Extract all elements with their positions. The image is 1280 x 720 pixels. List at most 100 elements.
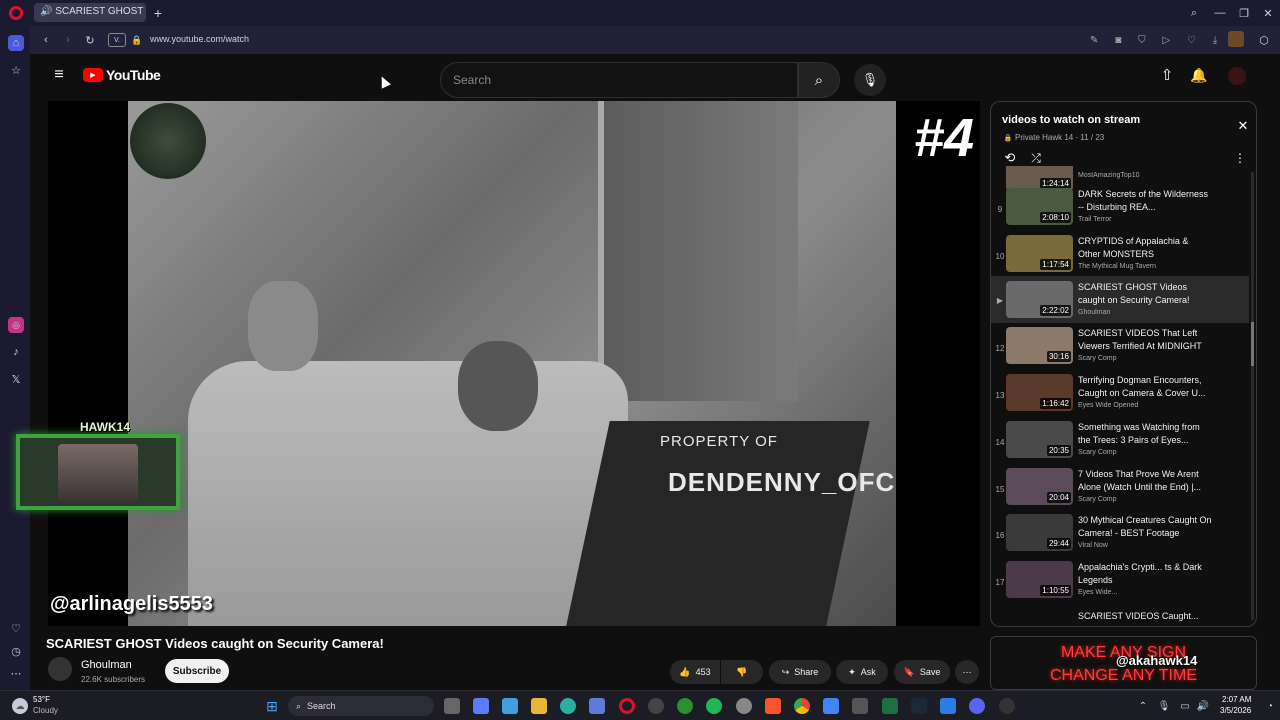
edit-icon[interactable]: ✎ bbox=[1090, 35, 1098, 46]
dislike-button[interactable]: 👎 bbox=[721, 660, 763, 684]
task-view-icon[interactable] bbox=[444, 698, 460, 714]
more-actions-button[interactable]: ⋯ bbox=[955, 660, 979, 684]
brave-icon[interactable] bbox=[765, 698, 781, 714]
vpn-badge[interactable]: V. bbox=[108, 33, 126, 47]
instagram-icon[interactable]: ◎ bbox=[8, 317, 24, 333]
hamburger-menu-icon[interactable]: ≡ bbox=[50, 66, 68, 84]
volume-tray-icon[interactable]: 🔊 bbox=[1196, 698, 1210, 714]
extensions-icons[interactable]: ✎◙⛉▷♡⤓≡ bbox=[1090, 32, 1240, 48]
search-input[interactable]: Search bbox=[440, 62, 798, 98]
playlist-item-thumbnail[interactable]: 20:04 bbox=[1006, 468, 1073, 505]
new-tab-button[interactable]: + bbox=[150, 5, 166, 21]
playlist-scrollbar[interactable] bbox=[1251, 172, 1254, 620]
opera-logo-icon[interactable] bbox=[9, 6, 23, 20]
weather-icon[interactable]: ☁ bbox=[12, 698, 28, 714]
history-icon[interactable]: ◷ bbox=[8, 643, 24, 659]
voice-search-icon[interactable]: 🎙 bbox=[854, 64, 886, 96]
chrome-icon[interactable] bbox=[794, 698, 810, 714]
search-button[interactable]: ⌕ bbox=[798, 62, 840, 98]
upload-icon[interactable]: ⇧ bbox=[1158, 66, 1176, 84]
playlist-item[interactable]: 10 1:17:54 CRYPTIDS of Appalachia & Other … bbox=[991, 235, 1249, 282]
xbox-icon[interactable] bbox=[677, 698, 693, 714]
playlist-item-thumbnail[interactable]: 2:08:10 bbox=[1006, 188, 1073, 225]
playlist-item-title[interactable]: 7 Videos That Prove We Arent Alone (Watc… bbox=[1078, 468, 1212, 493]
forward-button[interactable]: › bbox=[60, 32, 76, 48]
playlist-item-title[interactable]: CRYPTIDS of Appalachia & Other MONSTERS bbox=[1078, 235, 1212, 260]
extensions-icon[interactable]: ⬡ bbox=[1256, 32, 1272, 48]
playlist-item-thumbnail[interactable]: 1:16:42 bbox=[1006, 374, 1073, 411]
windows-start-icon[interactable]: ⊞ bbox=[264, 698, 280, 714]
playlist-item-thumbnail[interactable]: 1:10:55 bbox=[1006, 561, 1073, 598]
playlist-item-title[interactable]: 30 Mythical Creatures Caught On Camera! … bbox=[1078, 514, 1212, 539]
tiktok-icon[interactable]: ♪ bbox=[8, 344, 24, 360]
app-icon[interactable] bbox=[852, 698, 868, 714]
send-icon[interactable]: ▷ bbox=[1162, 35, 1170, 46]
maximize-button[interactable]: ❐ bbox=[1236, 5, 1252, 21]
playlist-item-title[interactable]: Something was Watching from the Trees: 3… bbox=[1078, 421, 1212, 446]
file-explorer-icon[interactable] bbox=[531, 698, 547, 714]
camera-icon[interactable]: ◙ bbox=[1115, 35, 1121, 46]
playlist-scroll-thumb[interactable] bbox=[1251, 322, 1254, 366]
video-player[interactable]: #4 PROPERTY OF DENDENNY_OFC @arlinagelis… bbox=[48, 101, 980, 626]
heart-icon[interactable]: ♡ bbox=[8, 620, 24, 636]
shield-icon[interactable]: ⛉ bbox=[1138, 35, 1146, 46]
notifications-bell-icon[interactable]: 🔔 bbox=[1190, 66, 1208, 84]
close-window-button[interactable]: ✕ bbox=[1260, 5, 1276, 21]
playlist-title[interactable]: videos to watch on stream bbox=[1002, 114, 1140, 126]
playlist-item-thumbnail[interactable]: 2:22:02 bbox=[1006, 281, 1073, 318]
settings-gear-icon[interactable] bbox=[736, 698, 752, 714]
playlist-item[interactable]: 17 1:10:55 Appalachia's Crypti... ts & Dar… bbox=[991, 561, 1249, 608]
playlist-item-title[interactable]: SCARIEST VIDEOS That Left Viewers Terrif… bbox=[1078, 327, 1212, 352]
browser-tab-active[interactable]: 🔊 SCARIEST GHOST Vid... bbox=[34, 3, 146, 22]
spotify-icon[interactable] bbox=[706, 698, 722, 714]
save-button[interactable]: 🔖 Save bbox=[894, 660, 950, 684]
close-playlist-icon[interactable]: ✕ bbox=[1235, 118, 1251, 134]
notification-center-icon[interactable]: ◔ bbox=[1264, 698, 1276, 714]
subscribe-button[interactable]: Subscribe bbox=[165, 659, 229, 683]
clock-time[interactable]: 2:07 AM bbox=[1222, 695, 1251, 704]
playlist-item-title[interactable]: Terrifying Dogman Encounters, Caught on … bbox=[1078, 374, 1212, 399]
more-icon[interactable]: ⋯ bbox=[8, 665, 24, 681]
playlist-item-thumbnail[interactable]: 1:17:54 bbox=[1006, 235, 1073, 272]
copilot-icon[interactable] bbox=[473, 698, 489, 714]
steam-icon[interactable] bbox=[911, 698, 927, 714]
photos-icon[interactable] bbox=[502, 698, 518, 714]
playlist-next-peek[interactable]: SCARIEST VIDEOS Caught... bbox=[1078, 610, 1212, 621]
ask-button[interactable]: ✦ Ask bbox=[836, 660, 888, 684]
channel-name[interactable]: Ghoulman bbox=[81, 659, 132, 671]
tray-chevron-icon[interactable]: ⌃ bbox=[1136, 698, 1150, 714]
search-tabs-icon[interactable]: ⌕ bbox=[1186, 5, 1202, 21]
playlist-item[interactable]: 13 1:16:42 Terrifying Dogman Encounters, C… bbox=[991, 374, 1249, 421]
share-button[interactable]: ↪ Share bbox=[769, 660, 831, 684]
like-button[interactable]: 👍 453 bbox=[670, 660, 720, 684]
play-store-icon[interactable] bbox=[823, 698, 839, 714]
app-dark-icon[interactable] bbox=[999, 698, 1015, 714]
playlist-item-thumbnail[interactable]: 30:16 bbox=[1006, 327, 1073, 364]
shuffle-icon[interactable]: ⤮ bbox=[1028, 150, 1044, 166]
account-avatar[interactable] bbox=[1228, 67, 1246, 85]
opera-taskbar-icon[interactable] bbox=[619, 698, 635, 714]
playlist-item[interactable]: 14 20:35 Something was Watching from the T… bbox=[991, 421, 1249, 468]
home-icon[interactable]: ⌂ bbox=[8, 35, 24, 51]
playlist-item-thumbnail[interactable]: 29:44 bbox=[1006, 514, 1073, 551]
youtube-logo[interactable]: ▶ YouTube bbox=[83, 67, 161, 83]
playlist-item[interactable]: 12 30:16 SCARIEST VIDEOS That Left Viewers… bbox=[991, 327, 1249, 374]
playlist-item-title[interactable]: Appalachia's Crypti... ts & Dark Legends bbox=[1078, 561, 1212, 586]
clock-date[interactable]: 3/5/2026 bbox=[1220, 706, 1251, 715]
mic-tray-icon[interactable]: 🎙 bbox=[1157, 698, 1171, 714]
discord-icon[interactable] bbox=[969, 698, 985, 714]
playlist-menu-icon[interactable]: ⋮ bbox=[1234, 150, 1246, 166]
excel-icon[interactable] bbox=[882, 698, 898, 714]
taskbar-search[interactable]: ⌕ Search bbox=[288, 696, 434, 716]
edge-icon[interactable] bbox=[560, 698, 576, 714]
playlist-item[interactable]: 15 20:04 7 Videos That Prove We Arent Alon… bbox=[991, 468, 1249, 515]
channel-avatar[interactable] bbox=[48, 657, 72, 681]
playlist-item[interactable]: 9 2:08:10 DARK Secrets of the Wilderness -… bbox=[991, 188, 1249, 235]
playlist-item[interactable]: 16 29:44 30 Mythical Creatures Caught On C… bbox=[991, 514, 1249, 561]
minimize-button[interactable]: — bbox=[1212, 5, 1228, 21]
x-icon[interactable]: 𝕏 bbox=[8, 371, 24, 387]
star-icon[interactable]: ☆ bbox=[8, 62, 24, 78]
store-icon[interactable] bbox=[589, 698, 605, 714]
favorite-icon[interactable]: ♡ bbox=[1187, 35, 1196, 46]
weather-temp[interactable]: 53°F bbox=[33, 695, 50, 704]
